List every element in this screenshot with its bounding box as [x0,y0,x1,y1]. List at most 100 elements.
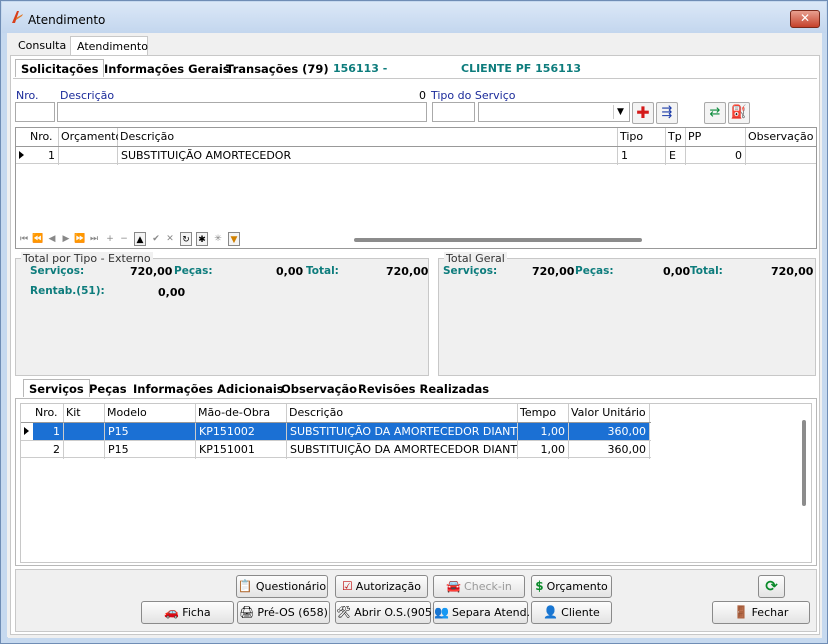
table-row[interactable]: 1 SUBSTITUIÇÃO AMORTECEDOR 1 E 0 [16,146,816,165]
table-row[interactable]: 2 P15 KP151001 SUBSTITUIÇÃO DA AMORTECED… [21,440,651,459]
descricao-label: Descrição [60,89,115,102]
ficha-button[interactable]: 🚗 Ficha [141,601,234,624]
tipo-servico-select[interactable]: ▼ [478,102,630,122]
tipo-servico-label: Tipo do Serviço [431,89,516,102]
col-header-nro[interactable]: Nro. [28,128,59,146]
svc-col-header-nro[interactable]: Nro. [33,404,64,422]
app-logo-icon [12,11,23,23]
servicos-pane: Nro. Kit Modelo Mão-de-Obra Descrição Te… [15,398,817,566]
col-header-tipo[interactable]: Tipo [618,128,666,146]
separa-atend-label: Separa Atend. [451,606,531,619]
svc-cell-kit [64,423,105,441]
gen-pecas-value: 0,00 [663,265,691,278]
col-header-descricao[interactable]: Descrição [118,128,618,146]
nav-prior-page-icon[interactable]: ⏪ [32,232,44,246]
chevron-down-icon[interactable]: ▼ [613,105,627,119]
nav-last-icon[interactable]: ⏭ [88,232,100,246]
svc-cell-descricao: SUBSTITUIÇÃO DA AMORTECEDOR DIANTEI [287,423,518,441]
client-name: CLIENTE PF 156113 [461,62,582,75]
add-request-button[interactable]: ✚ [632,102,654,124]
col-header-tp[interactable]: Tp [666,128,686,146]
ficha-label: Ficha [182,606,211,619]
abrir-os-button[interactable]: 🛠 Abrir O.S.(905) [335,601,436,624]
svc-cell-modelo: P15 [105,423,196,441]
svc-col-header-descricao[interactable]: Descrição [287,404,518,422]
svc-col-header-kit[interactable]: Kit [64,404,105,422]
tipo-servico-code-input[interactable] [432,102,475,122]
dollar-icon: $ [535,579,544,593]
services-vertical-scrollbar[interactable] [802,420,806,506]
tab-servicos[interactable]: Serviços [23,379,90,397]
subtab-informacoes-gerais[interactable]: Informações Gerais [99,60,235,78]
nav-delete-icon[interactable]: − [118,232,130,246]
autorizacao-button[interactable]: ☑ Autorização [335,575,428,598]
requests-horizontal-scrollbar[interactable] [354,238,642,242]
svc-col-header-mao-obra[interactable]: Mão-de-Obra [196,404,287,422]
transfer-button[interactable]: ⇄ [704,102,726,124]
col-header-orcamento[interactable]: Orçamento [59,128,122,146]
tab-pecas[interactable]: Peças [84,380,132,398]
table-row[interactable]: 1 P15 KP151002 SUBSTITUIÇÃO DA AMORTECED… [21,422,651,441]
svc-col-header-valor[interactable]: Valor Unitário [569,404,650,422]
totals-general-group: Total Geral Serviços: 720,00 Peças: 0,00… [438,252,816,376]
ext-rentab-value: 0,00 [158,286,186,299]
oil-service-button[interactable]: ⛽ [728,102,750,124]
col-header-pp[interactable]: PP [686,128,746,146]
checkin-button[interactable]: 🚘 Check-in [433,575,525,598]
nav-goto-bookmark-icon[interactable]: ✳ [212,232,224,246]
pre-os-button[interactable]: 🖨 Pré-OS (658) [237,601,330,624]
requests-grid: Nro. Orçamento Descrição Tipo Tp PP Obse… [15,127,817,249]
nav-next-icon[interactable]: ▶ [60,232,72,246]
nav-refresh-icon[interactable]: ↻ [180,232,192,246]
nav-first-icon[interactable]: ⏮ [18,232,30,246]
orcamento-button[interactable]: $ Orçamento [531,575,612,598]
window-client-area: Consulta Atendimento Solicitações Inform… [8,33,822,638]
nav-next-page-icon[interactable]: ⏩ [74,232,86,246]
tab-atendimento[interactable]: Atendimento [70,36,148,56]
cliente-button[interactable]: 👤 Cliente [531,601,612,624]
current-row-marker-icon [19,151,24,159]
tab-consulta[interactable]: Consulta [12,36,72,56]
exit-door-icon: 🚪 [733,605,749,619]
tab-informacoes-adicionais[interactable]: Informações Adicionais [128,380,289,398]
svc-cell-mao-obra: KP151001 [196,441,287,459]
col-header-observacao[interactable]: Observação [746,128,816,146]
subtab-divider [13,78,817,79]
svc-cell-nro: 1 [33,423,64,441]
close-window-button[interactable]: ✕ [790,10,820,28]
subtab-transacoes[interactable]: Transações (79) [221,60,334,78]
totals-external-group: Total por Tipo - Externo Serviços: 720,0… [15,252,429,376]
nav-cancel-icon[interactable]: ✕ [164,232,176,246]
nav-post-icon[interactable]: ✔ [150,232,162,246]
insert-request-button[interactable]: ⇶ [656,102,678,124]
tab-revisoes-realizadas[interactable]: Revisões Realizadas [353,380,494,398]
grid-navigator: ⏮ ⏪ ◀ ▶ ⏩ ⏭ + − ▲ ✔ ✕ ↻ ✱ ✳ ▼ [18,232,814,248]
nav-filter-icon[interactable]: ▼ [228,232,240,246]
nav-insert-icon[interactable]: + [104,232,116,246]
separa-atend-button[interactable]: 👥 Separa Atend. [433,601,531,624]
nav-bookmark-icon[interactable]: ✱ [196,232,208,246]
cell-tp: E [666,147,686,165]
pre-os-label: Pré-OS (658) [257,606,328,619]
checkbox-check-icon: ☑ [342,579,353,593]
tools-icon: 🛠 [336,605,352,619]
nav-up-icon[interactable]: ▲ [134,232,146,246]
questionario-button[interactable]: 📋 Questionário [236,575,328,598]
oil-can-icon: ⛽ [730,105,748,120]
gen-total-label: Total: [690,265,723,277]
title-bar[interactable]: Atendimento ✕ [2,2,826,33]
svc-col-header-tempo[interactable]: Tempo [518,404,569,422]
subtab-solicitacoes[interactable]: Solicitações [15,59,105,77]
svc-col-header-modelo[interactable]: Modelo [105,404,196,422]
fechar-button[interactable]: 🚪 Fechar [712,601,810,624]
add-cross-icon: ✚ [636,103,650,122]
descricao-input[interactable] [57,102,427,122]
cell-orcamento [59,147,118,165]
nav-prior-icon[interactable]: ◀ [46,232,58,246]
abrir-os-label: Abrir O.S.(905) [354,606,437,619]
orcamento-label: Orçamento [546,580,608,593]
refresh-button[interactable]: ⟳ [758,575,785,598]
tab-observacao[interactable]: Observação [276,380,362,398]
nro-input[interactable] [15,102,55,122]
totals-external-title: Total por Tipo - Externo [21,252,153,265]
